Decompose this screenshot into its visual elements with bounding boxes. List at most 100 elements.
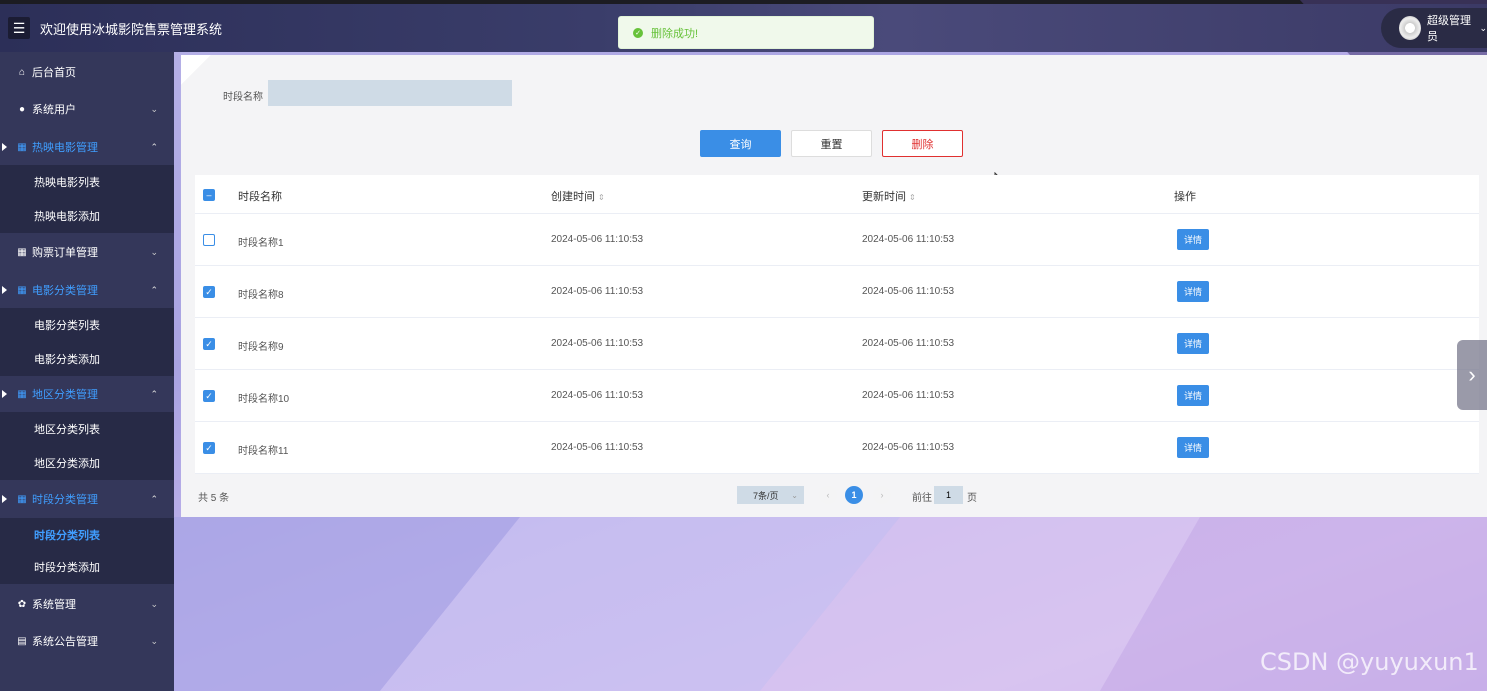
- table-row: 时段名称1 2024-05-06 11:10:53 2024-05-06 11:10…: [195, 214, 1479, 266]
- chevron-up-icon: ⌃: [150, 388, 158, 399]
- sidebar-item-timeslot-category[interactable]: ▦ 时段分类管理 ⌃: [0, 481, 174, 517]
- page-size-value: 7条/页: [753, 490, 779, 501]
- sidebar-item-region-category[interactable]: ▦ 地区分类管理 ⌃: [0, 376, 174, 412]
- detail-button[interactable]: 详情: [1177, 385, 1209, 406]
- cell-created: 2024-05-06 11:10:53: [551, 234, 644, 245]
- sidebar-item-label: 后台首页: [32, 67, 76, 79]
- page-size-select[interactable]: 7条/页 ⌄: [737, 486, 804, 504]
- grid-icon: ▦: [17, 141, 27, 153]
- timeslot-name-input[interactable]: [268, 80, 512, 106]
- active-marker-icon: [0, 140, 7, 154]
- sidebar-sub-label: 时段分类列表: [34, 530, 100, 542]
- sidebar-sub-movie-category-list[interactable]: 电影分类列表: [0, 308, 174, 342]
- sidebar-item-movies[interactable]: ▦ 热映电影管理 ⌃: [0, 129, 174, 165]
- sidebar-sub-label: 电影分类添加: [34, 354, 100, 366]
- row-checkbox[interactable]: ✓: [203, 442, 215, 454]
- row-checkbox[interactable]: [203, 234, 215, 246]
- sidebar-item-label: 系统用户: [32, 104, 76, 116]
- sidebar-item-system-manage[interactable]: ✿ 系统管理 ⌄: [0, 586, 174, 622]
- header-created-label: 创建时间: [551, 191, 595, 203]
- user-menu[interactable]: 超级管理员 ⌄: [1381, 8, 1487, 48]
- cell-name: 时段名称10: [238, 394, 290, 405]
- sidebar-item-home[interactable]: ⌂ 后台首页: [0, 54, 174, 90]
- chevron-down-icon: ⌄: [791, 490, 798, 500]
- cell-name: 时段名称11: [238, 446, 289, 457]
- sidebar-item-label: 系统公告管理: [32, 636, 98, 648]
- detail-button[interactable]: 详情: [1177, 281, 1209, 302]
- notice-icon: ▤: [17, 635, 27, 647]
- row-checkbox[interactable]: ✓: [203, 286, 215, 298]
- user-name: 超级管理员: [1427, 15, 1472, 43]
- table-header: – 时段名称 创建时间 ⇕ 更新时间 ⇕ 操作: [195, 175, 1479, 214]
- cell-updated: 2024-05-06 11:10:53: [862, 442, 955, 453]
- table-row: ✓ 时段名称8 2024-05-06 11:10:53 2024-05-06 11:1…: [195, 266, 1479, 318]
- prev-page-button[interactable]: ‹: [819, 486, 837, 504]
- goto-page-input[interactable]: [934, 486, 963, 504]
- sidebar-item-label: 地区分类管理: [32, 389, 98, 401]
- sidebar-item-label: 电影分类管理: [32, 285, 98, 297]
- cell-name: 时段名称9: [238, 342, 284, 353]
- row-checkbox[interactable]: ✓: [203, 390, 215, 402]
- chevron-down-icon: ⌄: [150, 103, 158, 114]
- chevron-down-icon: ⌄: [150, 598, 158, 609]
- table-row: ✓ 时段名称9 2024-05-06 11:10:53 2024-05-06 11:1…: [195, 318, 1479, 370]
- sidebar-item-notice[interactable]: ▤ 系统公告管理 ⌄: [0, 623, 174, 659]
- detail-button[interactable]: 详情: [1177, 437, 1209, 458]
- chevron-up-icon: ⌃: [150, 493, 158, 504]
- cell-created: 2024-05-06 11:10:53: [551, 390, 644, 401]
- total-count: 共 5 条: [198, 493, 230, 504]
- chevron-down-icon: ⌄: [150, 246, 158, 257]
- cell-updated: 2024-05-06 11:10:53: [862, 390, 955, 401]
- goto-label: 前往: [912, 493, 932, 504]
- detail-button[interactable]: 详情: [1177, 333, 1209, 354]
- sidebar-item-movie-category[interactable]: ▦ 电影分类管理 ⌃: [0, 272, 174, 308]
- header-name: 时段名称: [238, 191, 282, 203]
- cell-name: 时段名称1: [238, 238, 284, 249]
- header-actions: 操作: [1174, 191, 1196, 203]
- sidebar-item-system-users[interactable]: ● 系统用户 ⌄: [0, 91, 174, 127]
- grid-icon: ▦: [17, 284, 27, 296]
- sidebar: ⌂ 后台首页 ● 系统用户 ⌄ ▦ 热映电影管理 ⌃ 热映电影列表 热映电影添加…: [0, 52, 174, 691]
- table-row: ✓ 时段名称10 2024-05-06 11:10:53 2024-05-06 11:…: [195, 370, 1479, 422]
- filter-label: 时段名称: [223, 92, 263, 103]
- query-button[interactable]: 查询: [700, 130, 781, 157]
- active-marker-icon: [0, 283, 7, 297]
- select-all-checkbox[interactable]: –: [203, 189, 215, 201]
- cell-created: 2024-05-06 11:10:53: [551, 442, 644, 453]
- header-updated[interactable]: 更新时间 ⇕: [862, 188, 916, 204]
- user-icon: ●: [18, 103, 26, 115]
- sidebar-item-label: 热映电影管理: [32, 142, 98, 154]
- cell-created: 2024-05-06 11:10:53: [551, 338, 644, 349]
- header-created[interactable]: 创建时间 ⇕: [551, 188, 605, 204]
- reset-button[interactable]: 重置: [791, 130, 872, 157]
- gear-icon: ✿: [17, 598, 27, 610]
- menu-icon[interactable]: ☰: [8, 17, 30, 39]
- timeslot-table: – 时段名称 创建时间 ⇕ 更新时间 ⇕ 操作 时段名称1 2024-05-06 11…: [195, 175, 1479, 474]
- sidebar-sub-region-list[interactable]: 地区分类列表: [0, 412, 174, 446]
- sidebar-sub-movie-list[interactable]: 热映电影列表: [0, 165, 174, 199]
- sidebar-sub-timeslot-add[interactable]: 时段分类添加: [0, 550, 174, 584]
- sidebar-sub-timeslot-list[interactable]: 时段分类列表: [0, 518, 174, 552]
- cell-updated: 2024-05-06 11:10:53: [862, 338, 955, 349]
- cell-created: 2024-05-06 11:10:53: [551, 286, 644, 297]
- sidebar-sub-label: 热映电影添加: [34, 211, 100, 223]
- sidebar-sub-label: 电影分类列表: [34, 320, 100, 332]
- sort-icon[interactable]: ⇕: [909, 193, 916, 202]
- row-checkbox[interactable]: ✓: [203, 338, 215, 350]
- sidebar-sub-region-add[interactable]: 地区分类添加: [0, 446, 174, 480]
- next-page-button[interactable]: ›: [873, 486, 891, 504]
- detail-button[interactable]: 详情: [1177, 229, 1209, 250]
- success-check-icon: ✓: [633, 27, 643, 38]
- toast-message: 删除成功!: [651, 27, 699, 40]
- sidebar-sub-movie-add[interactable]: 热映电影添加: [0, 199, 174, 233]
- chevron-up-icon: ⌃: [150, 141, 158, 152]
- sort-icon[interactable]: ⇕: [598, 193, 605, 202]
- delete-button[interactable]: 删除: [882, 130, 963, 157]
- sidebar-item-label: 时段分类管理: [32, 494, 98, 506]
- chevron-right-icon[interactable]: ›: [1457, 340, 1487, 410]
- sidebar-item-orders[interactable]: ▦ 购票订单管理 ⌄: [0, 234, 174, 270]
- sidebar-item-label: 系统管理: [32, 599, 76, 611]
- sidebar-sub-movie-category-add[interactable]: 电影分类添加: [0, 342, 174, 376]
- chevron-up-icon: ⌃: [150, 284, 158, 295]
- current-page-button[interactable]: 1: [845, 486, 863, 504]
